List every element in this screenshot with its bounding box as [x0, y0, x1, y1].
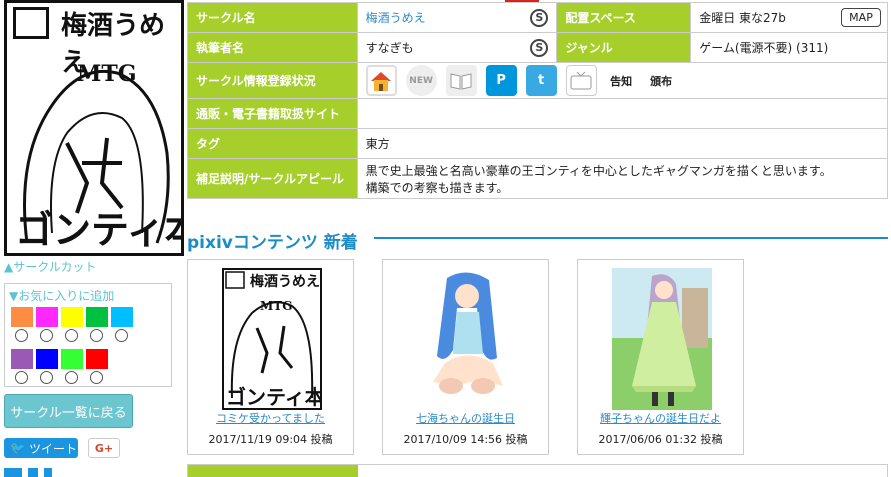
- color-radio[interactable]: [40, 329, 62, 343]
- author-cell: すなぎも S: [356, 32, 558, 63]
- color-swatch: [111, 307, 133, 327]
- map-button[interactable]: MAP: [841, 7, 881, 27]
- status-cell: NEW Pt 告知 頒布: [356, 62, 889, 99]
- cut-artwork: MTG ゴンティ本: [15, 61, 181, 252]
- space-value: 金曜日 東な27b: [699, 11, 786, 25]
- appeal-label: 補足説明/サークルアピール: [187, 158, 358, 199]
- appeal-line-2: 構築での考察も描きます。: [365, 180, 509, 195]
- shop-label: 通販・電子書籍取扱サイト: [187, 98, 358, 129]
- svg-text:ゴンティ本: ゴンティ本: [15, 208, 181, 252]
- status-label: サークル情報登録状況: [187, 62, 358, 99]
- color-radio[interactable]: [40, 371, 62, 385]
- back-to-circle-list-button[interactable]: サークル一覧に戻る: [4, 394, 133, 428]
- niconico-icon[interactable]: [565, 65, 597, 96]
- color-radio[interactable]: [90, 329, 112, 343]
- tag-label: タグ: [187, 128, 358, 159]
- pixiv-heading: pixivコンテンツ 新着: [187, 233, 358, 253]
- svg-text:ゴンティ本: ゴンティ本: [226, 385, 322, 409]
- color-radio[interactable]: [15, 329, 37, 343]
- pixiv-date: 2017/11/19 09:04 投稿: [208, 433, 333, 446]
- pixiv-card[interactable]: 輝子ちゃんの誕生日だよ 2017/06/06 01:32 投稿: [577, 259, 744, 455]
- color-radio[interactable]: [15, 371, 37, 385]
- pixiv-date: 2017/10/09 14:56 投稿: [403, 433, 528, 446]
- color-radio[interactable]: [90, 371, 112, 385]
- distribution-icon[interactable]: 頒布: [645, 65, 677, 96]
- new-icon[interactable]: NEW: [405, 65, 437, 96]
- announce-icon[interactable]: 告知: [605, 65, 637, 96]
- space-cell: 金曜日 東な27b MAP: [690, 2, 888, 33]
- color-swatch: [61, 307, 83, 327]
- pixiv-caption[interactable]: コミケ受かってました: [188, 410, 353, 426]
- pixiv-thumbnail[interactable]: [417, 268, 517, 410]
- color-radio[interactable]: [65, 329, 87, 343]
- cut-space-box: [13, 7, 49, 39]
- svg-text:MTG: MTG: [260, 299, 292, 313]
- circle-cut-image[interactable]: 梅酒うめえ MTG ゴンティ本: [4, 0, 184, 256]
- circle-name-cell: 梅酒うめえ S: [356, 2, 558, 33]
- pixiv-icon[interactable]: P: [485, 65, 517, 96]
- pixiv-card[interactable]: 梅酒うめえ MTG ゴンティ本 コミケ受かってました 2017/11/19 09…: [187, 259, 354, 455]
- color-swatch: [36, 349, 58, 369]
- genre-label: ジャンル: [556, 32, 692, 63]
- search-s-icon[interactable]: S: [530, 38, 549, 57]
- circle-info-table: サークル名 梅酒うめえ S 配置スペース 金曜日 東な27b MAP 執筆者名 …: [187, 2, 889, 199]
- pixiv-heading-rule: [374, 237, 888, 239]
- circle-name-label: サークル名: [187, 2, 358, 33]
- pixiv-date: 2017/06/06 01:32 投稿: [598, 433, 723, 446]
- book-icon[interactable]: [445, 65, 477, 96]
- color-swatch: [11, 307, 33, 327]
- color-radio[interactable]: [115, 329, 137, 343]
- color-radio[interactable]: [65, 371, 87, 385]
- color-swatch: [11, 349, 33, 369]
- next-table-partial: [187, 464, 888, 477]
- circle-name-link[interactable]: 梅酒うめえ: [366, 11, 426, 25]
- tweet-label: ツイート: [28, 441, 77, 456]
- svg-text:MTG: MTG: [77, 61, 137, 87]
- tweet-button[interactable]: 🐦 ツイート: [4, 438, 78, 458]
- twitter-bird-icon: 🐦: [10, 441, 25, 455]
- shop-value: [356, 98, 889, 129]
- pixiv-card[interactable]: 七海ちゃんの誕生日 2017/10/09 14:56 投稿: [382, 259, 549, 455]
- color-swatch: [86, 307, 108, 327]
- color-swatch: [61, 349, 83, 369]
- search-s-icon[interactable]: S: [530, 8, 549, 27]
- svg-text:梅酒うめえ: 梅酒うめえ: [250, 273, 320, 290]
- pixiv-thumbnail[interactable]: 梅酒うめえ MTG ゴンティ本: [222, 268, 322, 410]
- pixiv-caption[interactable]: 輝子ちゃんの誕生日だよ: [578, 410, 743, 426]
- home-icon[interactable]: [365, 65, 397, 96]
- color-swatch: [36, 307, 58, 327]
- color-swatch: [86, 349, 108, 369]
- favorite-color-panel: ▼お気に入りに追加: [4, 283, 172, 387]
- appeal-cell: 黒で史上最強と名高い豪華の王ゴンティを中心としたギャグマンガを描くと思います。 …: [356, 158, 889, 199]
- favorite-title: ▼お気に入りに追加: [9, 289, 115, 303]
- space-label: 配置スペース: [556, 2, 692, 33]
- partial-logo: [4, 468, 74, 477]
- circle-cut-link[interactable]: ▲サークルカット: [4, 258, 97, 275]
- author-label: 執筆者名: [187, 32, 358, 63]
- tag-value[interactable]: 東方: [356, 128, 889, 159]
- author-value: すなぎも: [365, 41, 414, 55]
- genre-value: ゲーム(電源不要) (311): [690, 32, 888, 63]
- pixiv-caption[interactable]: 七海ちゃんの誕生日: [383, 410, 548, 426]
- pixiv-thumbnail[interactable]: [612, 268, 712, 410]
- tumblr-icon[interactable]: t: [525, 65, 557, 96]
- appeal-line-1: 黒で史上最強と名高い豪華の王ゴンティを中心としたギャグマンガを描くと思います。: [365, 163, 832, 178]
- google-plus-button[interactable]: G+: [88, 438, 120, 458]
